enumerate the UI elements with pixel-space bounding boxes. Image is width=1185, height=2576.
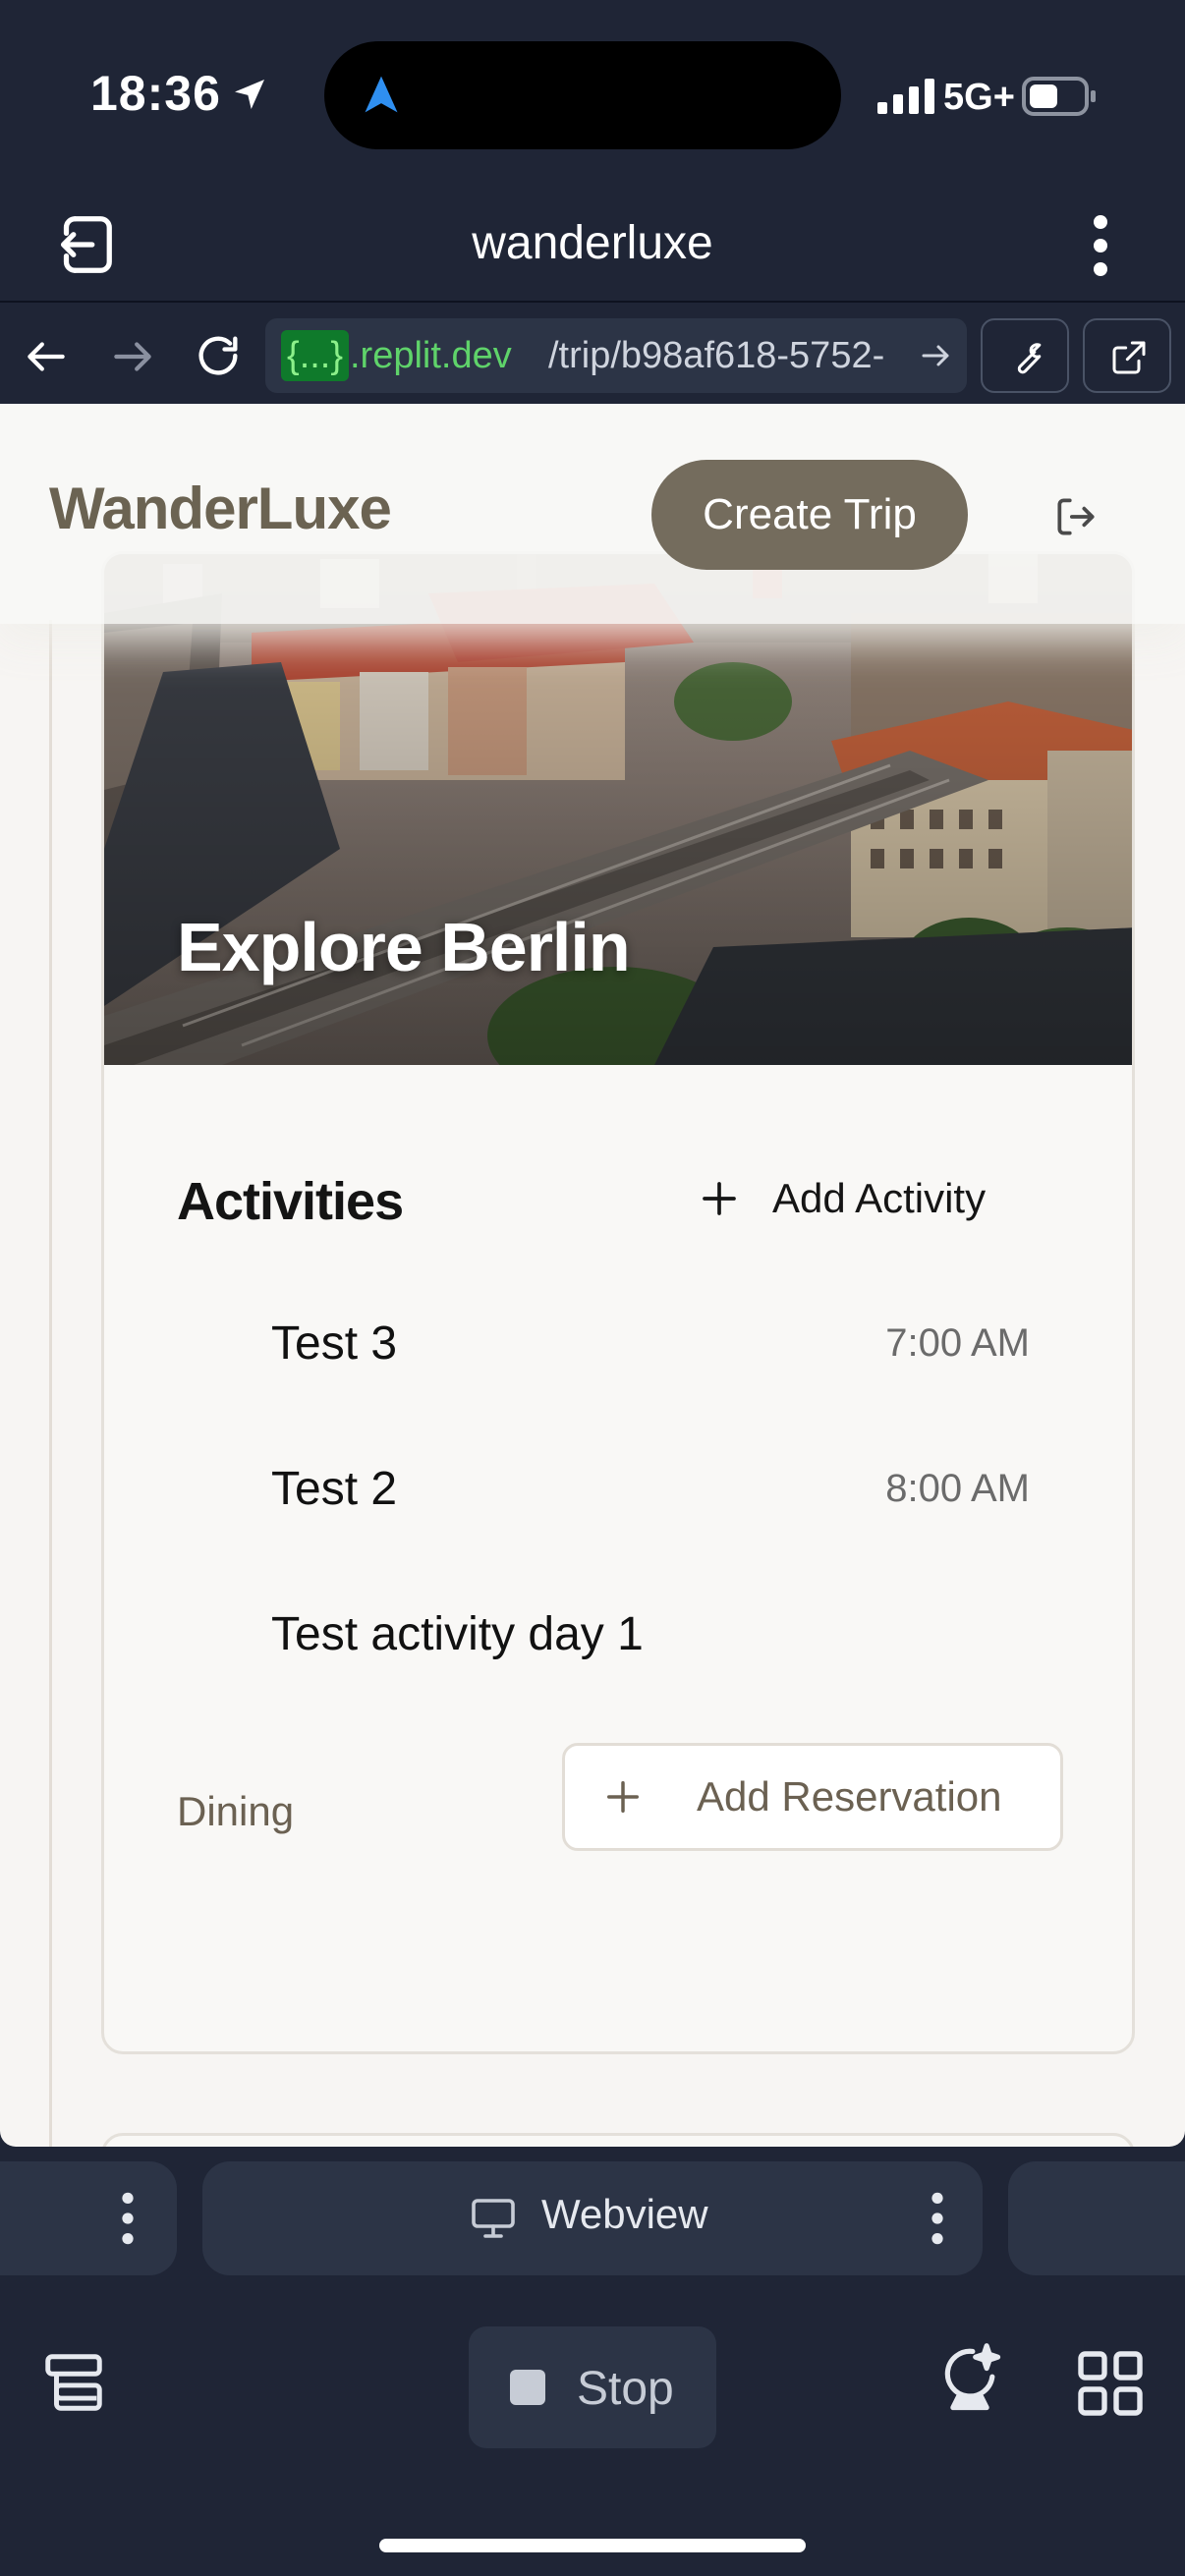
tab-webview[interactable]: Webview bbox=[202, 2161, 983, 2275]
url-highlight: {...} bbox=[281, 330, 350, 381]
go-arrow-icon[interactable] bbox=[918, 338, 953, 373]
tab-next[interactable] bbox=[1008, 2161, 1185, 2275]
url-field[interactable]: {...} .replit.dev /trip/b98af618-5752- bbox=[265, 318, 967, 393]
timeline-line bbox=[49, 620, 52, 2147]
location-arrow-icon bbox=[235, 80, 264, 109]
add-activity-label: Add Activity bbox=[772, 1175, 987, 1221]
activity-name: Test 2 bbox=[271, 1462, 398, 1515]
activity-row[interactable]: Test 2 8:00 AM bbox=[271, 1449, 1030, 1528]
berlin-photo bbox=[104, 554, 1132, 1065]
dining-label: Dining bbox=[177, 1788, 295, 1834]
next-day-card bbox=[101, 2133, 1135, 2147]
home-indicator bbox=[379, 2539, 806, 2552]
ai-assistant-icon[interactable] bbox=[935, 2340, 1004, 2419]
tab-label: Webview bbox=[541, 2191, 708, 2237]
navigation-arrow-icon bbox=[365, 76, 398, 113]
plus-icon bbox=[703, 1182, 736, 1215]
hero-image: Explore Berlin bbox=[104, 554, 1132, 1065]
bottom-toolbar: Stop bbox=[0, 2279, 1185, 2576]
day-card: Explore Berlin Activities Add Activity T… bbox=[101, 551, 1135, 2054]
more-vertical-icon[interactable] bbox=[923, 2189, 952, 2248]
activity-name: Test activity day 1 bbox=[271, 1607, 644, 1660]
status-bar: 18:36 5G+ bbox=[0, 0, 1185, 187]
activities-heading: Activities bbox=[177, 1172, 404, 1231]
add-reservation-button[interactable]: Add Reservation bbox=[562, 1743, 1063, 1851]
devtools-button[interactable] bbox=[981, 318, 1069, 393]
network-type: 5G+ bbox=[943, 77, 1015, 118]
activity-row[interactable]: Test 3 7:00 AM bbox=[271, 1304, 1030, 1382]
activity-time: 7:00 AM bbox=[885, 1320, 1030, 1365]
signal-icon bbox=[877, 79, 934, 114]
status-time: 18:36 bbox=[90, 66, 221, 121]
more-vertical-icon[interactable] bbox=[113, 2189, 142, 2248]
tab-previous[interactable] bbox=[0, 2161, 177, 2275]
brand-logo[interactable]: WanderLuxe bbox=[49, 475, 392, 542]
url-path: /trip/b98af618-5752- bbox=[548, 335, 885, 376]
activity-row[interactable]: Test activity day 1 bbox=[271, 1595, 1030, 1673]
app-header: wanderluxe bbox=[0, 187, 1185, 300]
open-external-button[interactable] bbox=[1083, 318, 1171, 393]
activity-time: 8:00 AM bbox=[885, 1466, 1030, 1510]
monitor-icon bbox=[472, 2199, 515, 2238]
stop-button[interactable]: Stop bbox=[469, 2326, 716, 2448]
app-title: wanderluxe bbox=[472, 217, 713, 269]
logout-icon[interactable] bbox=[1051, 492, 1100, 541]
wrench-icon bbox=[1017, 343, 1042, 374]
webview: Explore Berlin Activities Add Activity T… bbox=[0, 404, 1185, 2147]
forward-arrow-icon[interactable] bbox=[108, 332, 157, 381]
pane-tabs: Webview bbox=[0, 2157, 1185, 2279]
plus-icon bbox=[607, 1781, 639, 1813]
stop-label: Stop bbox=[577, 2363, 674, 2415]
grid-icon[interactable] bbox=[1075, 2348, 1146, 2419]
layers-icon[interactable] bbox=[39, 2348, 108, 2417]
activity-name: Test 3 bbox=[271, 1316, 398, 1370]
site-nav: WanderLuxe Create Trip bbox=[0, 404, 1185, 624]
add-reservation-label: Add Reservation bbox=[697, 1773, 1002, 1820]
back-arrow-icon[interactable] bbox=[22, 332, 71, 381]
external-link-icon bbox=[1112, 341, 1146, 374]
more-vertical-icon[interactable] bbox=[1081, 214, 1120, 277]
add-activity-button[interactable]: Add Activity bbox=[700, 1159, 986, 1238]
battery-icon bbox=[1022, 77, 1096, 116]
create-trip-button[interactable]: Create Trip bbox=[651, 460, 968, 570]
reload-icon[interactable] bbox=[193, 330, 244, 381]
stop-icon bbox=[510, 2370, 545, 2405]
hero-title: Explore Berlin bbox=[177, 909, 631, 985]
browser-toolbar: {...} .replit.dev /trip/b98af618-5752- bbox=[0, 301, 1185, 403]
